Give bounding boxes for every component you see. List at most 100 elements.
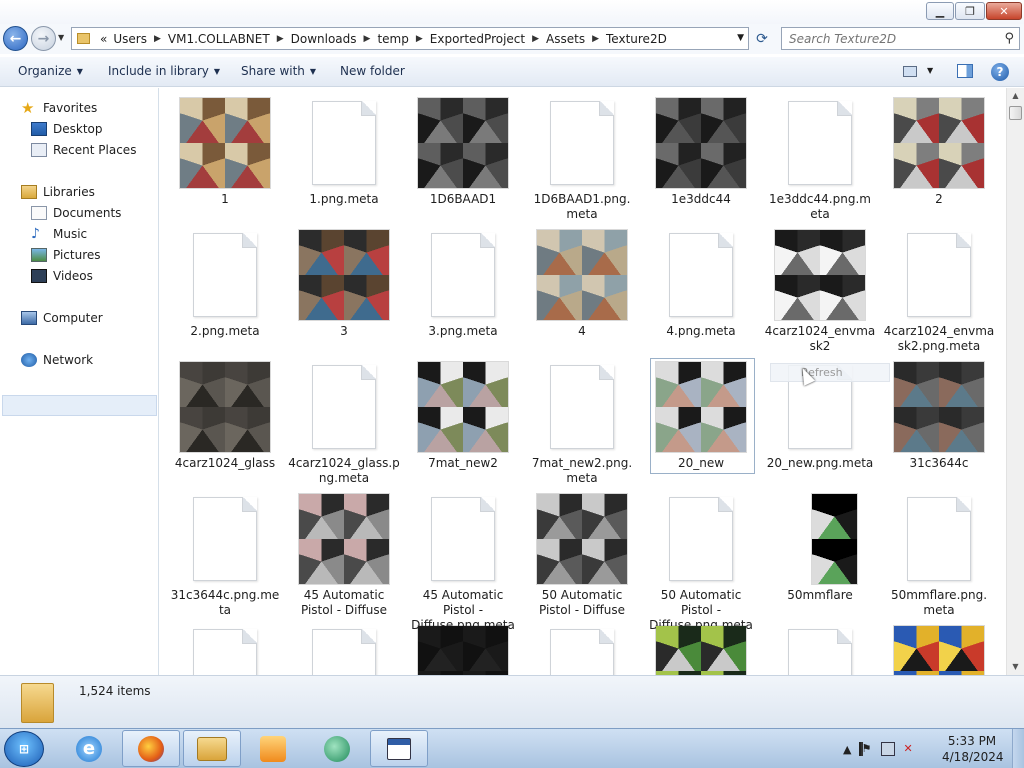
search-box[interactable]: ⚲ — [781, 27, 1020, 50]
nav-item-network[interactable]: Network — [21, 350, 93, 369]
file-item[interactable] — [775, 626, 891, 675]
chevron-down-icon: ▼ — [213, 66, 221, 76]
taskbar-windows-explorer[interactable] — [183, 730, 241, 767]
nav-item-recent-places[interactable]: Recent Places — [31, 140, 136, 159]
change-view-icon[interactable] — [903, 66, 917, 77]
file-item[interactable]: 31c3644c — [894, 362, 1006, 487]
refresh-button[interactable]: ⟳ — [751, 28, 773, 49]
file-item[interactable] — [656, 626, 772, 675]
music-icon: ♪ — [31, 225, 40, 242]
file-item[interactable]: 1D6BAAD1 — [418, 98, 534, 223]
breadcrumb-separator-icon[interactable]: ▶ — [360, 34, 375, 44]
file-item[interactable]: 4carz1024_envma sk2 — [765, 230, 891, 355]
file-item[interactable]: 31c3644c.png.me ta — [171, 494, 296, 619]
view-options-dropdown[interactable]: ▼ — [927, 66, 933, 75]
address-dropdown-icon[interactable]: ▼ — [737, 33, 744, 43]
help-icon[interactable]: ? — [991, 63, 1009, 81]
file-item[interactable]: 4 — [537, 230, 653, 355]
nav-item-documents[interactable]: Documents — [31, 203, 121, 222]
file-item[interactable]: 2 — [894, 98, 1006, 223]
nav-item-computer[interactable]: Computer — [21, 308, 103, 327]
search-icon[interactable]: ⚲ — [1004, 31, 1014, 46]
include-in-library-button[interactable]: Include in library ▼ — [108, 64, 220, 78]
clock[interactable]: 5:33 PM 4/18/2024 — [942, 733, 1004, 765]
volume-muted-icon[interactable]: ✕ — [903, 742, 917, 756]
new-folder-button[interactable]: New folder — [340, 64, 405, 78]
nav-item-desktop[interactable]: Desktop — [31, 119, 103, 138]
breadcrumb-overflow[interactable]: « — [97, 32, 110, 46]
file-item[interactable]: 1 — [180, 98, 296, 223]
blank-file-icon — [907, 497, 971, 581]
file-item[interactable]: 3 — [299, 230, 415, 355]
breadcrumb-exportedproject[interactable]: ExportedProject — [427, 32, 528, 46]
file-item[interactable]: 50mmflare.png. meta — [891, 494, 1006, 619]
file-item[interactable]: 45 Automatic Pistol - Diffuse — [299, 494, 415, 619]
scroll-up-icon[interactable]: ▲ — [1007, 88, 1024, 104]
taskbar-firefox[interactable] — [122, 730, 180, 767]
file-item[interactable]: 4carz1024_glass.p ng.meta — [288, 362, 415, 487]
file-item[interactable]: 1e3ddc44 — [656, 98, 772, 223]
file-item[interactable] — [418, 626, 534, 675]
file-item[interactable]: 7mat_new2 — [418, 362, 534, 487]
file-item[interactable]: 1.png.meta — [299, 98, 415, 223]
preview-pane-icon[interactable] — [957, 64, 973, 78]
nav-item-videos[interactable]: Videos — [31, 266, 93, 285]
scroll-down-icon[interactable]: ▼ — [1007, 659, 1024, 675]
file-item[interactable]: 20_new — [656, 362, 772, 487]
nav-item-music[interactable]: ♪ Music — [31, 224, 87, 243]
network-tray-icon[interactable] — [881, 742, 896, 756]
file-item[interactable]: 1D6BAAD1.png. meta — [534, 98, 653, 223]
nav-item-pictures[interactable]: Pictures — [31, 245, 101, 264]
close-button[interactable]: ✕ — [986, 2, 1022, 20]
show-desktop-button[interactable] — [1012, 729, 1024, 768]
breadcrumb-texture2d[interactable]: Texture2D — [603, 32, 670, 46]
file-item[interactable] — [180, 626, 296, 675]
minimize-button[interactable]: ▁ — [926, 2, 954, 20]
back-button[interactable]: ← — [3, 26, 28, 51]
breadcrumb-users[interactable]: Users — [110, 32, 150, 46]
file-item[interactable]: 4carz1024_glass — [175, 362, 296, 487]
file-item[interactable] — [894, 626, 1006, 675]
file-item[interactable]: 7mat_new2.png. meta — [532, 362, 653, 487]
breadcrumb-separator-icon[interactable]: ▶ — [528, 34, 543, 44]
address-bar[interactable]: « Users ▶ VM1.COLLABNET ▶ Downloads ▶ te… — [71, 27, 749, 50]
breadcrumb-user[interactable]: VM1.COLLABNET — [165, 32, 273, 46]
share-with-button[interactable]: Share with ▼ — [241, 64, 316, 78]
breadcrumb-temp[interactable]: temp — [374, 32, 411, 46]
breadcrumb-downloads[interactable]: Downloads — [288, 32, 360, 46]
file-item[interactable]: 45 Automatic Pistol - Diffuse.png.meta — [411, 494, 534, 632]
start-button[interactable]: ⊞ — [4, 731, 44, 767]
breadcrumb-assets[interactable]: Assets — [543, 32, 588, 46]
file-item[interactable]: 50 Automatic Pistol - Diffuse — [537, 494, 653, 619]
search-input[interactable] — [782, 28, 992, 49]
file-item[interactable]: 2.png.meta — [180, 230, 296, 355]
organize-button[interactable]: Organize ▼ — [18, 64, 83, 78]
file-item[interactable] — [299, 626, 415, 675]
file-item[interactable]: 3.png.meta — [418, 230, 534, 355]
maximize-button[interactable]: ❐ — [955, 2, 985, 20]
forward-button[interactable]: → — [31, 26, 56, 51]
breadcrumb-separator-icon[interactable]: ▶ — [273, 34, 288, 44]
file-item[interactable]: 1e3ddc44.png.m eta — [769, 98, 891, 223]
breadcrumb-separator-icon[interactable]: ▶ — [150, 34, 165, 44]
file-item[interactable] — [537, 626, 653, 675]
recent-pages-dropdown[interactable]: ▼ — [58, 33, 64, 42]
breadcrumb-separator-icon[interactable]: ▶ — [588, 34, 603, 44]
taskbar-notepad[interactable] — [370, 730, 428, 767]
nav-item-libraries[interactable]: Libraries — [21, 182, 95, 201]
file-item[interactable]: 4carz1024_envma sk2.png.meta — [884, 230, 1006, 355]
file-item[interactable]: 50mmflare — [775, 494, 891, 619]
vertical-scrollbar[interactable]: ▲ ▼ — [1006, 88, 1024, 675]
file-item[interactable]: 4.png.meta — [656, 230, 772, 355]
taskbar-app[interactable] — [312, 730, 362, 767]
flag-icon[interactable]: ⚑ — [859, 742, 874, 756]
blank-file-icon — [312, 101, 376, 185]
file-item[interactable]: 50 Automatic Pistol - Diffuse.png.meta — [649, 494, 772, 632]
nav-item-favorites[interactable]: ★ Favorites — [21, 98, 97, 117]
taskbar-media-player[interactable] — [250, 730, 296, 767]
scrollbar-thumb[interactable] — [1009, 106, 1022, 120]
nav-label: Music — [53, 226, 88, 241]
show-hidden-icons-icon[interactable]: ▲ — [843, 743, 851, 756]
breadcrumb-separator-icon[interactable]: ▶ — [412, 34, 427, 44]
taskbar-internet-explorer[interactable]: e — [65, 730, 113, 767]
